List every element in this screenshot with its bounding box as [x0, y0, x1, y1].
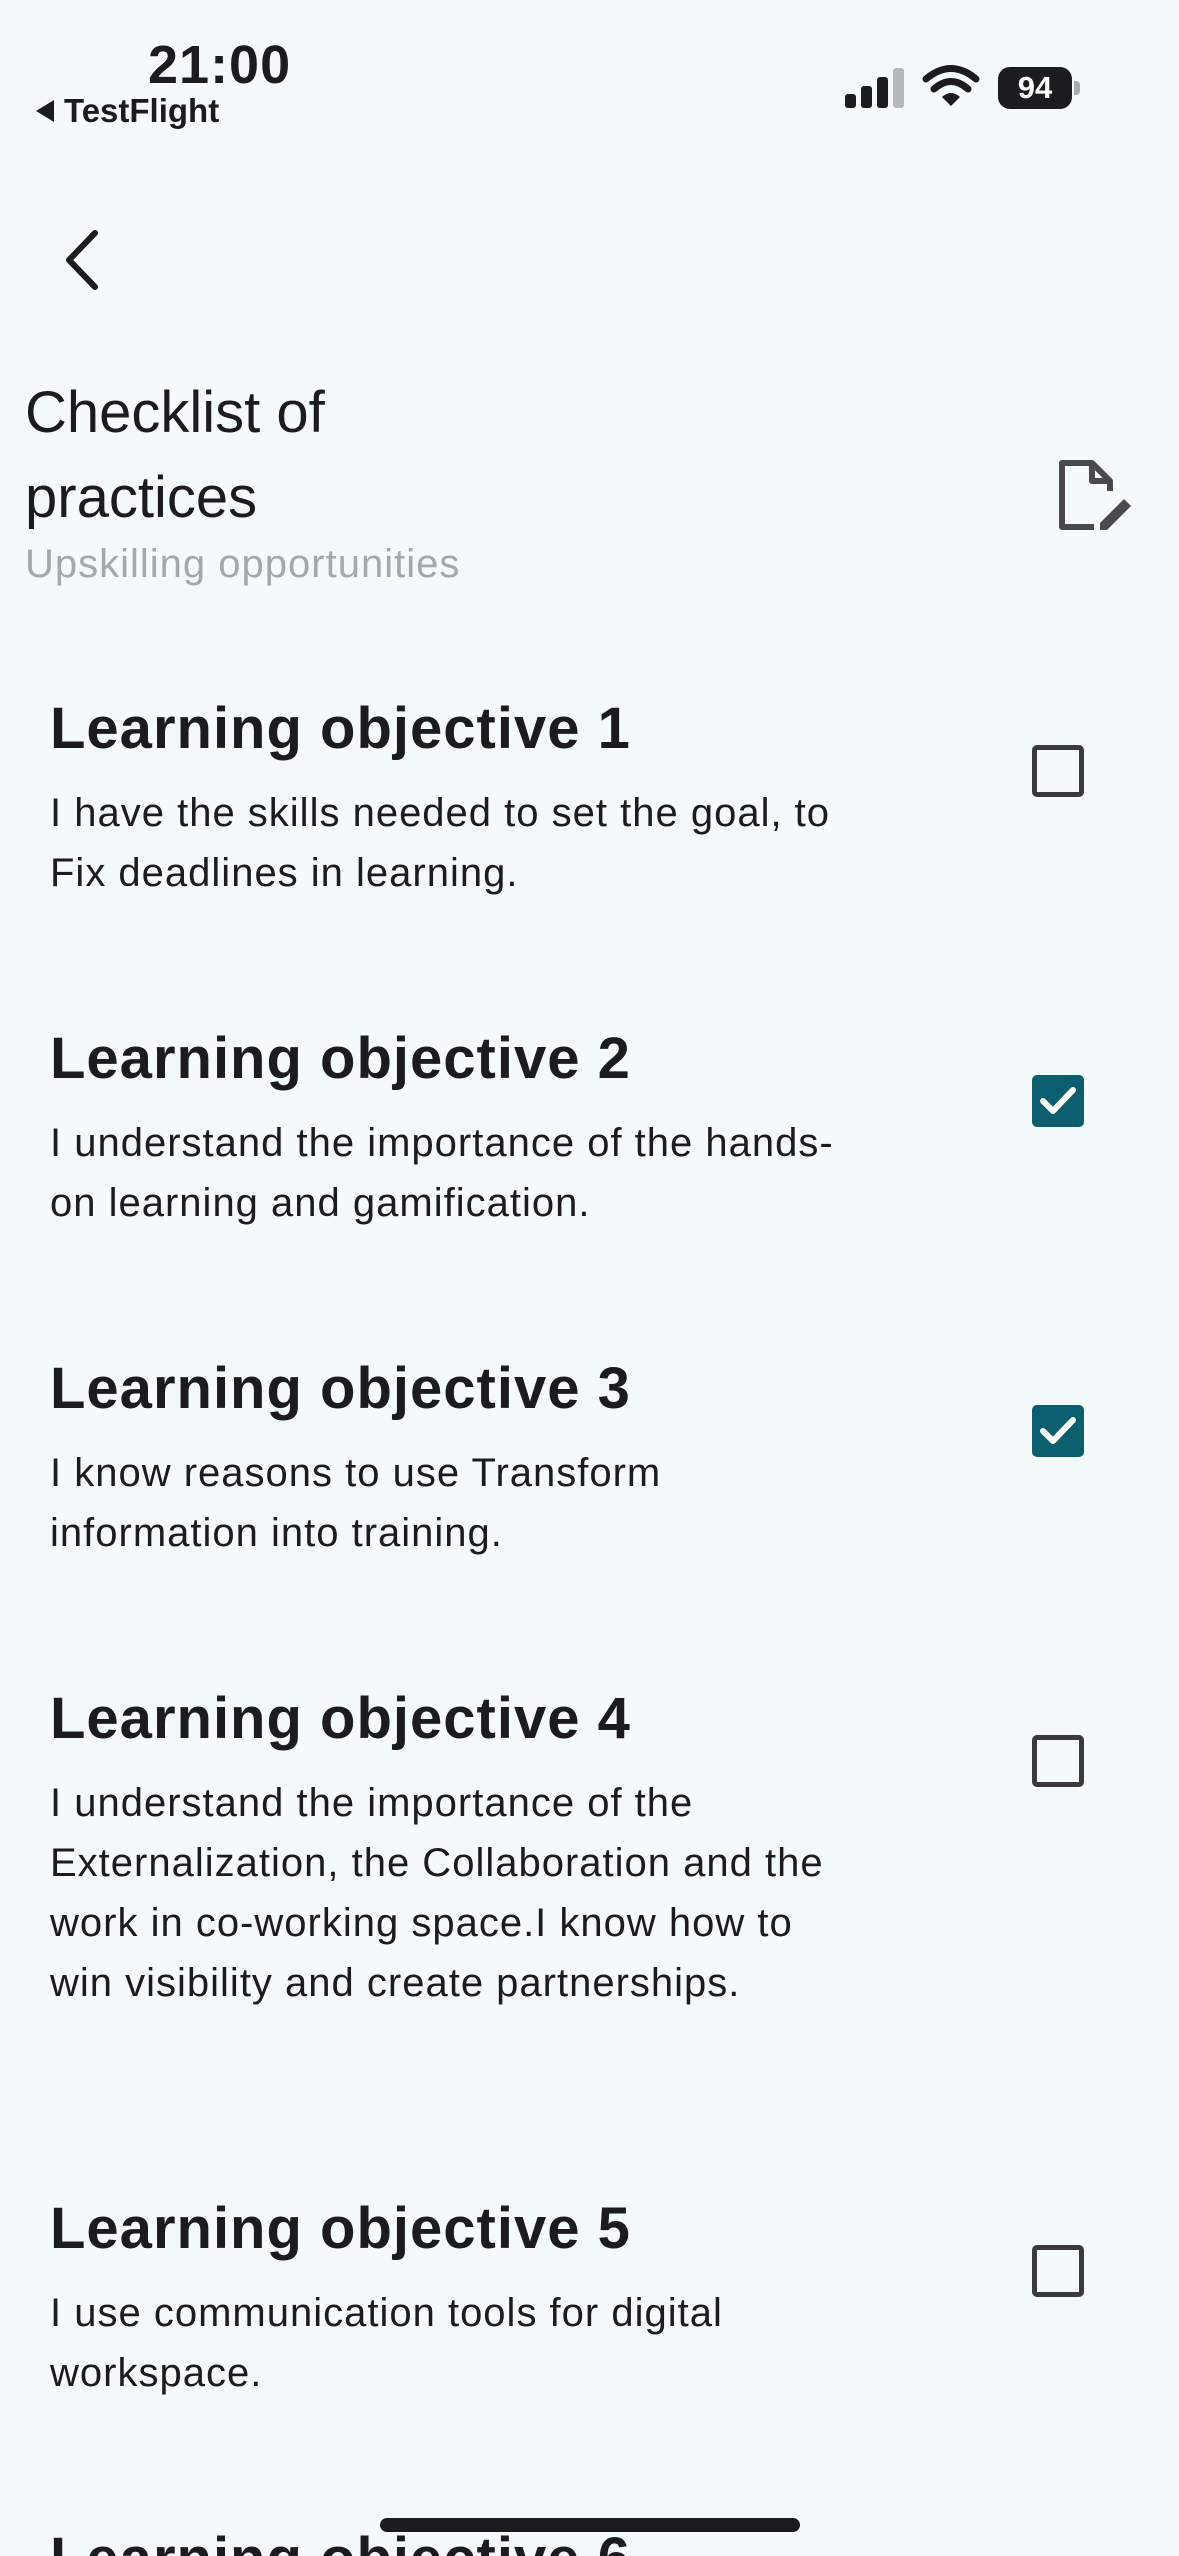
objective-title: Learning objective 2 — [50, 1026, 631, 1091]
objective-title: Learning objective 1 — [50, 696, 631, 761]
objective-description: I understand the importance of the Exter… — [50, 1781, 824, 2005]
objective-description: I have the skills needed to set the goal… — [50, 791, 831, 895]
checkmark-icon — [1040, 1417, 1076, 1444]
home-indicator — [380, 2518, 800, 2532]
objective-description: I know reasons to use Transform informat… — [50, 1451, 662, 1555]
chevron-left-icon[interactable] — [55, 225, 115, 295]
objective-title: Learning objective 3 — [50, 1356, 631, 1421]
objective-checkbox[interactable] — [1032, 1075, 1084, 1127]
objective-title: Learning objective 4 — [50, 1686, 631, 1751]
page-subtitle: Upskilling opportunities — [25, 542, 461, 586]
objective-description: I use communication tools for digital wo… — [50, 2291, 723, 2395]
checklist-screen: 21:00 TestFlight 94 Checklist of practic… — [0, 0, 1179, 2556]
back-to-app-link[interactable]: TestFlight — [36, 92, 219, 130]
back-triangle-icon — [36, 100, 54, 122]
objective-checkbox[interactable] — [1032, 745, 1084, 797]
cellular-signal-icon — [845, 66, 905, 108]
checkmark-icon — [1040, 1087, 1076, 1114]
objective-checkbox[interactable] — [1032, 1405, 1084, 1457]
objective-description: I understand the importance of the hands… — [50, 1121, 834, 1225]
objective-title: Learning objective 5 — [50, 2196, 631, 2261]
objective-checkbox[interactable] — [1032, 2245, 1084, 2297]
page-header: Checklist of practices Upskilling opport… — [25, 370, 925, 587]
status-bar: 21:00 TestFlight 94 — [0, 0, 1179, 140]
status-time: 21:00 — [148, 35, 292, 95]
battery-icon: 94 — [998, 67, 1080, 109]
wifi-icon — [922, 65, 980, 106]
back-app-label: TestFlight — [64, 92, 220, 129]
battery-level: 94 — [998, 67, 1072, 109]
page-title: Checklist of practices — [25, 380, 325, 530]
document-edit-icon[interactable] — [1050, 455, 1134, 539]
objective-checkbox[interactable] — [1032, 1735, 1084, 1787]
